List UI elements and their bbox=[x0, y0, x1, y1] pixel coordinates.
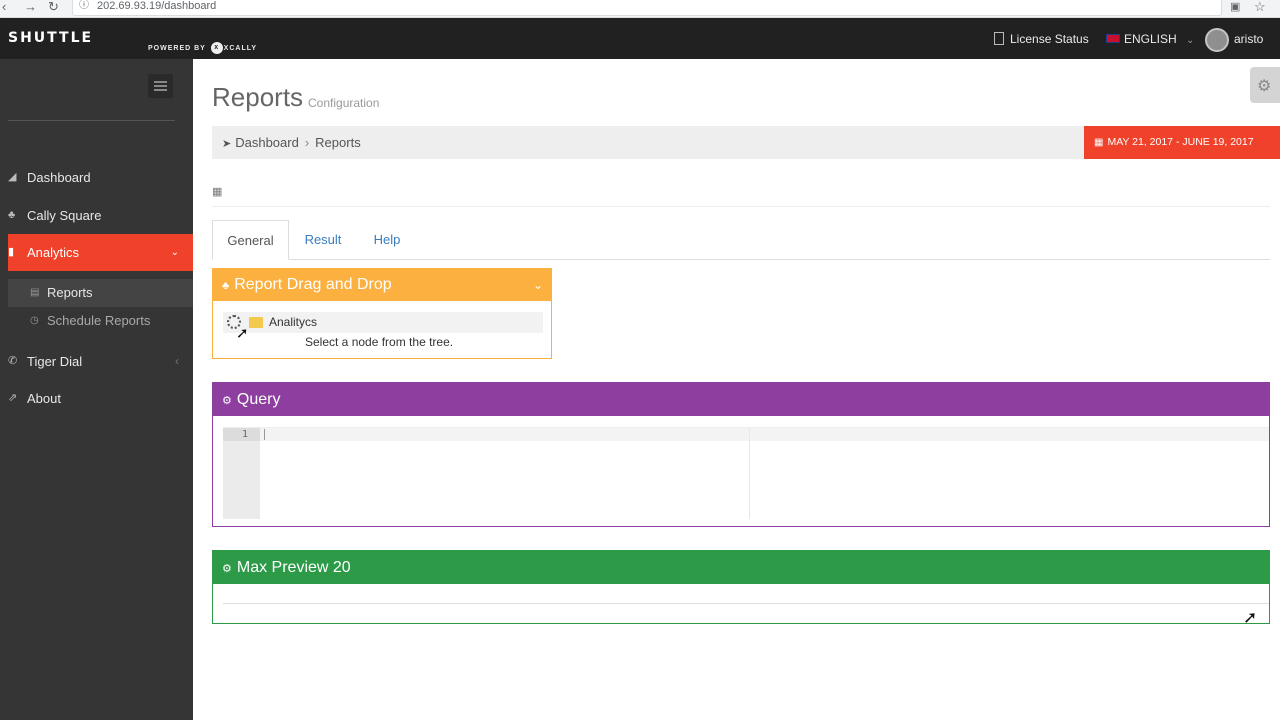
panel-title: Report Drag and Drop bbox=[234, 276, 392, 293]
powered-brand: XCALLY bbox=[223, 44, 258, 52]
folder-icon bbox=[249, 317, 263, 328]
line-number: 1 bbox=[223, 428, 260, 441]
powered-by-label: POWERED BY bbox=[148, 44, 206, 52]
language-label: ENGLISH bbox=[1124, 32, 1177, 46]
breadcrumb-dashboard[interactable]: Dashboard bbox=[235, 135, 299, 150]
mouse-cursor-icon: ➚ bbox=[1243, 608, 1258, 627]
avatar[interactable] bbox=[1205, 28, 1229, 52]
sidebar-subitem-label: Schedule Reports bbox=[47, 313, 151, 328]
uk-flag-icon bbox=[1106, 34, 1120, 43]
license-status-link[interactable]: License Status bbox=[994, 32, 1089, 46]
tree-node[interactable]: Analitycs bbox=[223, 312, 543, 333]
breadcrumb: ➤ Dashboard › Reports bbox=[222, 135, 361, 150]
tab-result[interactable]: Result bbox=[294, 220, 352, 260]
chevron-down-icon: ⌄ bbox=[170, 247, 179, 258]
translate-icon[interactable]: ▣ bbox=[1230, 0, 1240, 14]
date-range-picker[interactable]: ▦ MAY 21, 2017 - JUNE 19, 2017 bbox=[1084, 126, 1280, 159]
sidebar-divider bbox=[8, 120, 175, 121]
dashboard-icon: ◢ bbox=[8, 171, 17, 183]
language-dropdown[interactable]: ENGLISH ⌄ bbox=[1106, 32, 1194, 46]
chevron-left-icon: ‹ bbox=[175, 354, 179, 368]
tab-help[interactable]: Help bbox=[362, 220, 412, 260]
preview-divider bbox=[223, 603, 1269, 604]
bar-chart-icon: ▮ bbox=[8, 246, 15, 258]
sidebar-item-label: Analytics bbox=[27, 245, 80, 260]
xcally-logo-icon: x bbox=[210, 42, 223, 54]
report-drag-drop-panel: ♣ Report Drag and Drop ⌄ Analitycs Select… bbox=[212, 268, 552, 359]
logo-text: SHUTTLE bbox=[8, 30, 94, 46]
page-subtitle: Configuration bbox=[308, 96, 380, 110]
text-caret bbox=[264, 429, 265, 440]
panel-header: ♣ Report Drag and Drop ⌄ bbox=[213, 269, 551, 301]
external-link-icon: ⇗ bbox=[8, 392, 18, 404]
forward-icon[interactable]: → bbox=[24, 0, 37, 14]
sidebar-item-about[interactable]: ⇗ About bbox=[8, 380, 193, 417]
back-icon[interactable]: ‹ bbox=[2, 0, 6, 14]
username: aristo bbox=[1234, 32, 1264, 46]
sidebar-item-label: Dashboard bbox=[27, 170, 91, 185]
clock-icon: ◷ bbox=[30, 315, 39, 326]
rocket-icon: ➤ bbox=[222, 138, 232, 150]
max-preview-panel: ⚙ Max Preview 20 bbox=[212, 550, 1270, 624]
license-status-label: License Status bbox=[1010, 32, 1089, 46]
table-icon: ▤ bbox=[30, 287, 40, 298]
panel-title: Query bbox=[236, 391, 281, 408]
address-bar[interactable]: ⓘ 202.69.93.19/dashboard bbox=[72, 0, 1222, 16]
sitemap-icon: ♣ bbox=[222, 280, 230, 292]
settings-toggle[interactable]: ⚙ bbox=[1250, 67, 1280, 103]
report-tabs: General Result Help bbox=[212, 220, 1270, 260]
sidebar-item-label: About bbox=[27, 391, 61, 406]
sidebar-subitem-label: Reports bbox=[47, 285, 93, 300]
gear-icon: ⚙ bbox=[1257, 78, 1272, 95]
cogs-icon: ⚙ bbox=[222, 395, 232, 407]
powered-by: POWERED BY x XCALLY bbox=[148, 42, 257, 54]
menu-toggle-icon[interactable] bbox=[148, 74, 173, 98]
cogs-icon: ⚙ bbox=[222, 563, 232, 575]
breadcrumb-current: Reports bbox=[315, 135, 361, 150]
editor-gutter bbox=[223, 428, 260, 519]
sidebar-item-label: Cally Square bbox=[27, 208, 102, 223]
sidebar-subitem-reports[interactable]: ▤ Reports bbox=[8, 279, 193, 307]
tree-hint: Select a node from the tree. bbox=[305, 335, 454, 349]
page-title: Reports bbox=[212, 82, 304, 112]
query-panel: ⚙ Query 1 bbox=[212, 382, 1270, 527]
top-header: SHUTTLE POWERED BY x XCALLY License Statu… bbox=[0, 18, 1280, 59]
sidebar-item-label: Tiger Dial bbox=[27, 354, 83, 369]
panel-header: ⚙ Max Preview 20 bbox=[213, 551, 1269, 584]
sidebar-item-cally-square[interactable]: ♣ Cally Square bbox=[8, 197, 193, 234]
info-icon[interactable]: ⓘ bbox=[79, 0, 89, 12]
active-line bbox=[260, 428, 1269, 441]
phone-icon: ✆ bbox=[8, 355, 18, 367]
date-range-label: MAY 21, 2017 - JUNE 19, 2017 bbox=[1107, 136, 1254, 148]
mouse-cursor-icon: ➚ bbox=[236, 325, 249, 342]
calendar-icon: ▦ bbox=[1094, 137, 1104, 148]
breadcrumb-bar: ➤ Dashboard › Reports ▦ MAY 21, 2017 - JUNE … bbox=[212, 126, 1280, 159]
browser-toolbar: ‹ → ↻ ⓘ 202.69.93.19/dashboard ▣ ☆ bbox=[0, 0, 1280, 18]
chevron-down-icon: ⌄ bbox=[1186, 35, 1195, 46]
divider bbox=[212, 206, 1270, 207]
sidebar-subitem-schedule-reports[interactable]: ◷ Schedule Reports bbox=[8, 307, 193, 335]
file-icon bbox=[994, 32, 1004, 45]
breadcrumb-separator: › bbox=[304, 135, 310, 150]
chevron-down-icon[interactable]: ⌄ bbox=[533, 269, 543, 301]
reload-icon[interactable]: ↻ bbox=[48, 0, 59, 14]
sidebar-item-tiger-dial[interactable]: ✆ Tiger Dial ‹ bbox=[8, 343, 193, 380]
tree-node-label: Analitycs bbox=[269, 315, 318, 329]
user-menu[interactable]: aristo bbox=[1234, 32, 1263, 46]
query-editor[interactable]: 1 bbox=[223, 427, 1269, 519]
sidebar-item-dashboard[interactable]: ◢ Dashboard bbox=[8, 159, 193, 196]
panel-title: Max Preview 20 bbox=[236, 559, 351, 576]
print-margin bbox=[749, 428, 750, 519]
sidebar: ◢ Dashboard ♣ Cally Square ▮ Analytics ⌄… bbox=[0, 59, 193, 720]
app-logo[interactable]: SHUTTLE bbox=[8, 30, 93, 46]
sitemap-icon: ♣ bbox=[8, 209, 16, 221]
star-icon[interactable]: ☆ bbox=[1254, 0, 1266, 14]
sidebar-item-analytics[interactable]: ▮ Analytics ⌄ bbox=[8, 234, 193, 271]
tab-general[interactable]: General bbox=[212, 220, 289, 260]
table-icon: ▦ bbox=[212, 186, 223, 198]
panel-header: ⚙ Query bbox=[213, 383, 1269, 416]
url-text: 202.69.93.19/dashboard bbox=[97, 0, 217, 12]
